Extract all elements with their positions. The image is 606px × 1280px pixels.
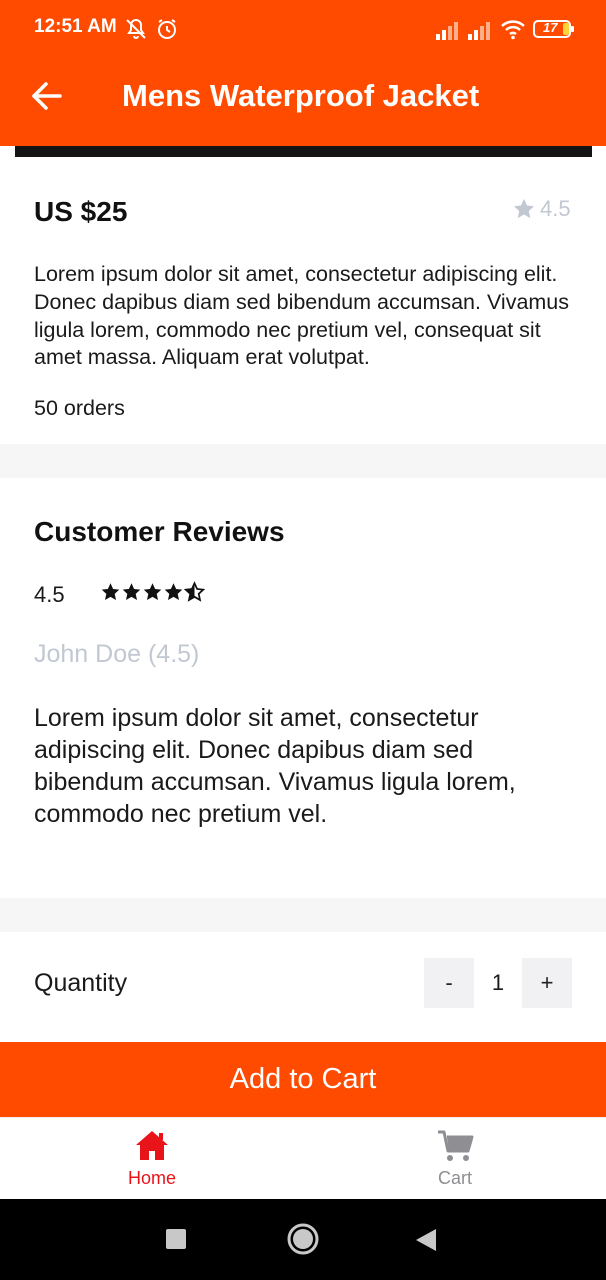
nav-item-cart[interactable]: Cart [385, 1118, 525, 1200]
home-circle-icon[interactable] [286, 1222, 320, 1256]
star-icon [514, 199, 534, 219]
product-price: US $25 [34, 196, 128, 227]
star-full-icon [101, 583, 120, 600]
product-image [15, 146, 592, 157]
app-header: 12:51 AM 17 Mens Waterproof Jacket [0, 0, 606, 146]
page-title: Mens Waterproof Jacket [122, 78, 480, 113]
decrease-quantity-button[interactable]: - [424, 958, 474, 1008]
system-navigation-bar [0, 1199, 606, 1280]
review-author: John Doe (4.5) [34, 640, 200, 668]
average-rating: 4.5 [34, 582, 65, 607]
back-arrow-icon[interactable] [30, 80, 66, 112]
section-divider [0, 444, 606, 478]
star-full-icon [143, 583, 162, 600]
section-divider [0, 898, 606, 932]
home-icon [136, 1131, 168, 1160]
battery-level: 17 [543, 20, 558, 35]
quantity-label: Quantity [34, 969, 128, 997]
cart-icon [438, 1130, 474, 1161]
product-description: Lorem ipsum dolor sit amet, consectetur … [34, 262, 570, 370]
order-count: 50 orders [34, 396, 125, 420]
nav-label-home: Home [127, 1168, 176, 1188]
back-triangle-icon[interactable] [414, 1227, 438, 1253]
star-full-icon [164, 583, 183, 600]
alarm-icon [158, 19, 176, 39]
signal-icon [436, 22, 458, 40]
increase-quantity-button[interactable]: + [522, 958, 572, 1008]
recents-icon[interactable] [164, 1227, 188, 1251]
wifi-icon [501, 20, 525, 40]
add-to-cart-button[interactable]: Add to Cart [0, 1042, 606, 1117]
nav-label-cart: Cart [437, 1168, 472, 1188]
battery-icon: 17 [533, 19, 575, 39]
product-rating: 4.5 [512, 194, 571, 224]
star-half-icon [184, 581, 205, 602]
nav-item-home[interactable]: Home [82, 1118, 222, 1200]
status-bar: 12:51 AM 17 [0, 0, 606, 60]
reviews-heading: Customer Reviews [34, 516, 285, 547]
quantity-value: 1 [491, 970, 505, 995]
signal-icon [468, 22, 490, 40]
product-rating-value: 4.5 [540, 196, 571, 221]
bottom-navigation: Home Cart [0, 1117, 606, 1199]
star-rating [100, 580, 205, 604]
star-full-icon [122, 583, 141, 600]
notifications-off-icon [126, 18, 146, 39]
status-time: 12:51 AM [34, 16, 117, 37]
review-text: Lorem ipsum dolor sit amet, consectetur … [34, 704, 516, 828]
